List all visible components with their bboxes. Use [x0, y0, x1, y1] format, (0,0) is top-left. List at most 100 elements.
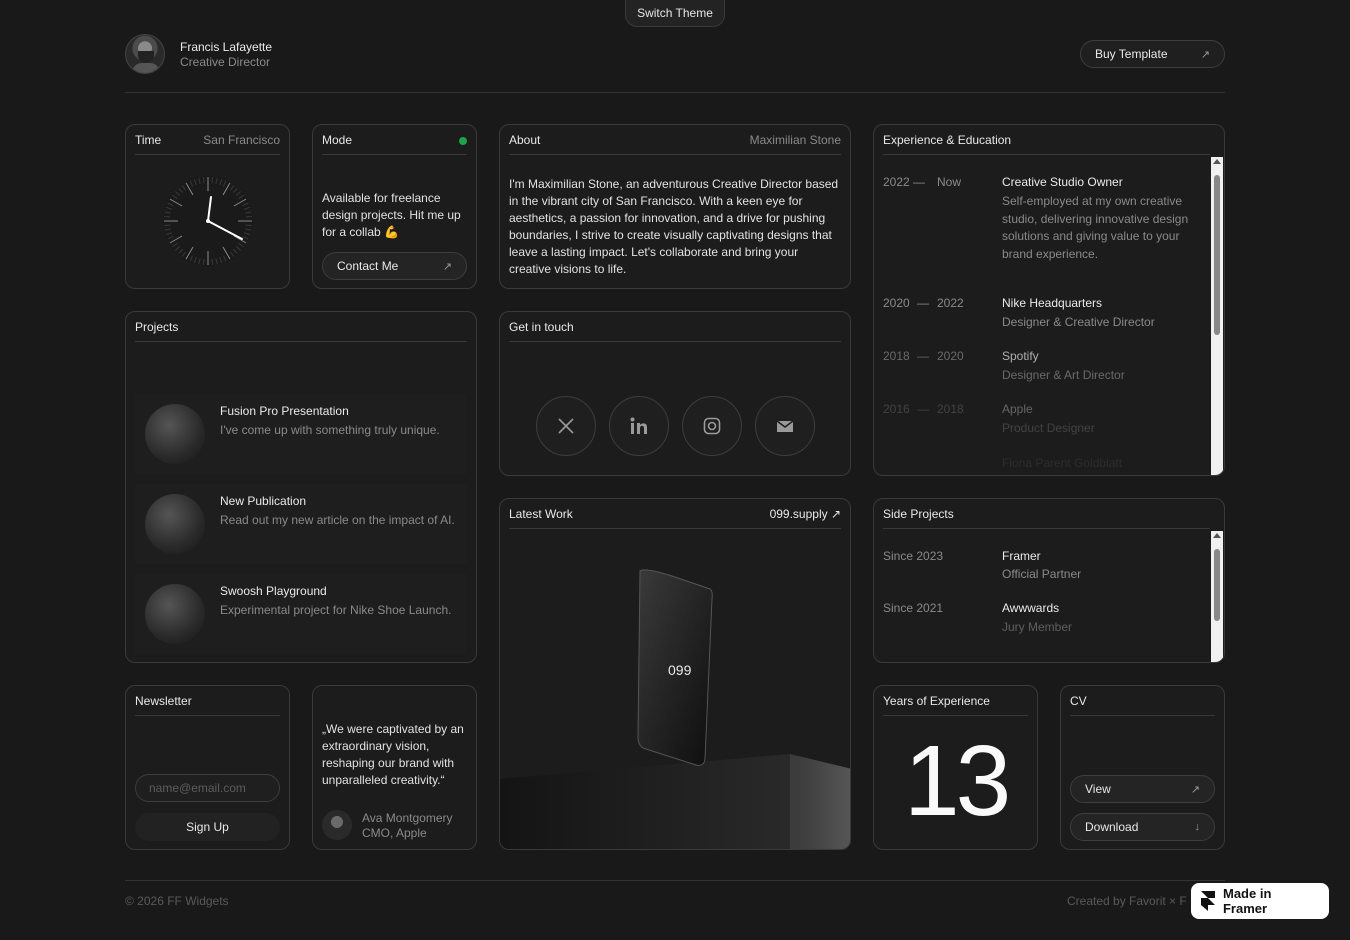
- arrow-down-icon: ↓: [1194, 821, 1201, 833]
- side-projects-card: Side Projects Since 2023 Framer Official…: [873, 498, 1225, 663]
- exp-desc: Designer & Creative Director: [1002, 315, 1155, 329]
- scroll-thumb[interactable]: [1214, 549, 1220, 621]
- newsletter-title: Newsletter: [135, 694, 192, 708]
- profile-role: Creative Director: [180, 55, 271, 69]
- experience-scrollbar[interactable]: [1211, 157, 1223, 475]
- side-projects-scrollbar[interactable]: [1211, 531, 1223, 662]
- about-text: I'm Maximilian Stone, an adventurous Cre…: [509, 177, 839, 276]
- exp-start: 2020: [883, 296, 910, 310]
- years-title: Years of Experience: [883, 694, 990, 708]
- exp-title: Apple: [1002, 402, 1033, 416]
- side-desc: Jury Member: [1002, 620, 1073, 634]
- side-desc: Official Partner: [1002, 567, 1082, 581]
- contact-me-label: Contact Me: [337, 259, 399, 273]
- side-projects-header: Side Projects: [883, 507, 1210, 529]
- social-links: [536, 396, 815, 456]
- about-card-header: About Maximilian Stone: [509, 133, 841, 155]
- cv-view-button[interactable]: View ↗: [1070, 775, 1215, 803]
- shoebox-thumbnail: [145, 584, 205, 644]
- x-icon: [558, 418, 574, 434]
- arrow-up-right-icon: ↗: [1190, 783, 1200, 796]
- experience-card: Experience & Education 2022 — Now Creati…: [873, 124, 1225, 476]
- contact-card: Get in touch: [499, 311, 851, 476]
- instagram-icon: [703, 417, 721, 435]
- side-projects-title: Side Projects: [883, 507, 954, 521]
- latest-work-link[interactable]: 099.supply ↗: [770, 507, 841, 528]
- exp-desc: Product Designer: [1002, 421, 1095, 435]
- footer-credit[interactable]: Created by Favorit × F: [1067, 894, 1187, 908]
- avatar: [125, 34, 165, 74]
- book-thumbnail: [145, 494, 205, 554]
- profile-name: Francis Lafayette: [180, 40, 273, 54]
- contact-me-button[interactable]: Contact Me ↗: [322, 252, 467, 280]
- projects-card: Projects Fusion Pro Presentation I've co…: [125, 311, 477, 663]
- laptop-thumbnail: [145, 404, 205, 464]
- side-title: Framer: [1002, 549, 1041, 563]
- exp-start: 2016: [883, 402, 910, 416]
- exp-title: Spotify: [1002, 349, 1039, 363]
- project-desc: Experimental project for Nike Shoe Launc…: [220, 603, 452, 617]
- time-card: Time San Francisco: [125, 124, 290, 289]
- exp-end: 2020: [937, 349, 964, 363]
- latest-work-card[interactable]: Latest Work 099.supply ↗ 099: [499, 498, 851, 850]
- exp-end: 2022: [937, 296, 964, 310]
- footer-copyright: © 2026 FF Widgets: [125, 894, 229, 908]
- arrow-up-right-icon: ↗: [442, 260, 452, 273]
- author-name: Ava Montgomery: [362, 811, 453, 825]
- linkedin-link[interactable]: [609, 396, 669, 456]
- about-card: About Maximilian Stone I'm Maximilian St…: [499, 124, 851, 289]
- scroll-up-icon[interactable]: [1213, 533, 1221, 538]
- side-title: Awwwards: [1002, 601, 1060, 615]
- project-item[interactable]: Swoosh Playground Experimental project f…: [135, 574, 467, 654]
- exp-dash: —: [917, 349, 929, 363]
- author-role: CMO, Apple: [362, 826, 427, 840]
- newsletter-card: Newsletter Sign Up: [125, 685, 290, 850]
- cv-title: CV: [1070, 694, 1087, 708]
- experience-card-header: Experience & Education: [883, 133, 1210, 155]
- latest-work-header: Latest Work 099.supply ↗: [509, 507, 841, 529]
- project-item[interactable]: New Publication Read out my new article …: [135, 484, 467, 564]
- made-in-framer-badge[interactable]: Made in Framer: [1191, 883, 1329, 919]
- exp-desc: Self-employed at my own creative studio,…: [1002, 194, 1189, 261]
- mail-icon: [776, 420, 794, 432]
- newsletter-header: Newsletter: [135, 694, 280, 716]
- project-desc: I've come up with something truly unique…: [220, 423, 440, 437]
- x-twitter-link[interactable]: [536, 396, 596, 456]
- cv-download-button[interactable]: Download ↓: [1070, 813, 1215, 841]
- buy-template-button[interactable]: Buy Template ↗: [1080, 40, 1225, 68]
- testimonial-card: „We were captivated by an extraordinary …: [312, 685, 477, 850]
- exp-end: 2018: [937, 402, 964, 416]
- arrow-up-right-icon: ↗: [1200, 48, 1210, 61]
- projects-title: Projects: [135, 320, 179, 334]
- exp-desc: Designer & Art Director: [1002, 368, 1125, 382]
- instagram-link[interactable]: [682, 396, 742, 456]
- phone-on-pedestal-image: 099: [500, 569, 850, 849]
- status-dot: [459, 137, 467, 145]
- cv-card: CV View ↗ Download ↓: [1060, 685, 1225, 850]
- projects-card-header: Projects: [135, 320, 467, 342]
- experience-list[interactable]: 2022 — Now Creative Studio Owner Self-em…: [874, 157, 1210, 475]
- side-since: Since 2021: [883, 601, 944, 615]
- linkedin-icon: [630, 417, 647, 434]
- exp-title: Creative Studio Owner: [1002, 175, 1123, 189]
- years-card: Years of Experience 13: [873, 685, 1038, 850]
- buy-template-label: Buy Template: [1095, 47, 1168, 61]
- exp-start: 2018: [883, 349, 910, 363]
- about-title: About: [509, 133, 541, 147]
- email-link[interactable]: [755, 396, 815, 456]
- scroll-thumb[interactable]: [1214, 175, 1220, 335]
- scroll-up-icon[interactable]: [1213, 159, 1221, 164]
- exp-end: Now: [937, 175, 962, 189]
- project-title: New Publication: [220, 494, 307, 508]
- sign-up-button[interactable]: Sign Up: [135, 813, 280, 841]
- switch-theme-button[interactable]: Switch Theme: [625, 0, 725, 27]
- years-header: Years of Experience: [883, 694, 1028, 716]
- email-input[interactable]: [135, 774, 280, 802]
- cv-download-label: Download: [1085, 820, 1139, 834]
- footer-divider: [125, 880, 1225, 881]
- cv-header: CV: [1070, 694, 1215, 716]
- project-item[interactable]: Fusion Pro Presentation I've come up wit…: [135, 394, 467, 474]
- clock-icon: [163, 176, 253, 266]
- time-card-header: Time San Francisco: [135, 133, 280, 155]
- side-since: Since 2023: [883, 549, 944, 563]
